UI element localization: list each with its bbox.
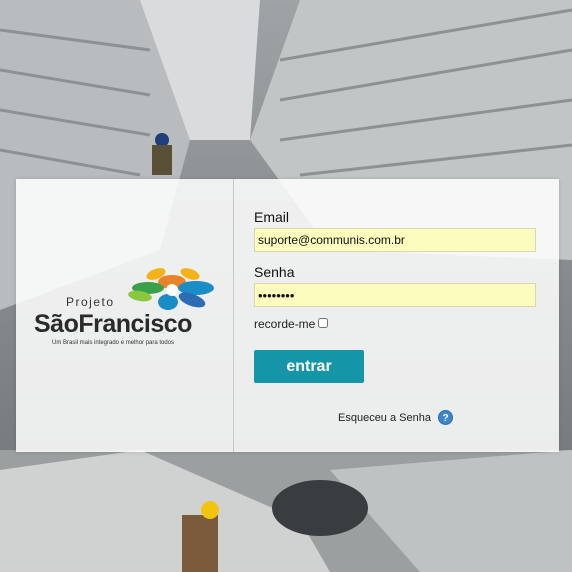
logo-name: SãoFrancisco [34, 310, 192, 338]
projeto-sao-francisco-logo: Projeto SãoFrancisco Um Brasil mais inte… [30, 268, 220, 348]
logo-prefix: Projeto [66, 295, 115, 309]
flower-icon [128, 268, 214, 310]
login-button[interactable]: entrar [254, 350, 364, 383]
remember-me-checkbox[interactable] [318, 318, 328, 328]
email-field[interactable] [254, 228, 536, 252]
remember-me-label: recorde-me [254, 317, 316, 331]
password-field[interactable] [254, 283, 536, 307]
question-icon[interactable]: ? [438, 410, 453, 425]
password-label: Senha [254, 264, 295, 280]
svg-text:?: ? [442, 413, 448, 424]
panel-divider [233, 179, 234, 452]
email-label: Email [254, 209, 290, 225]
forgot-password-link[interactable]: Esqueceu a Senha [338, 412, 431, 424]
logo-tagline: Um Brasil mais integrado e melhor para t… [52, 340, 175, 346]
